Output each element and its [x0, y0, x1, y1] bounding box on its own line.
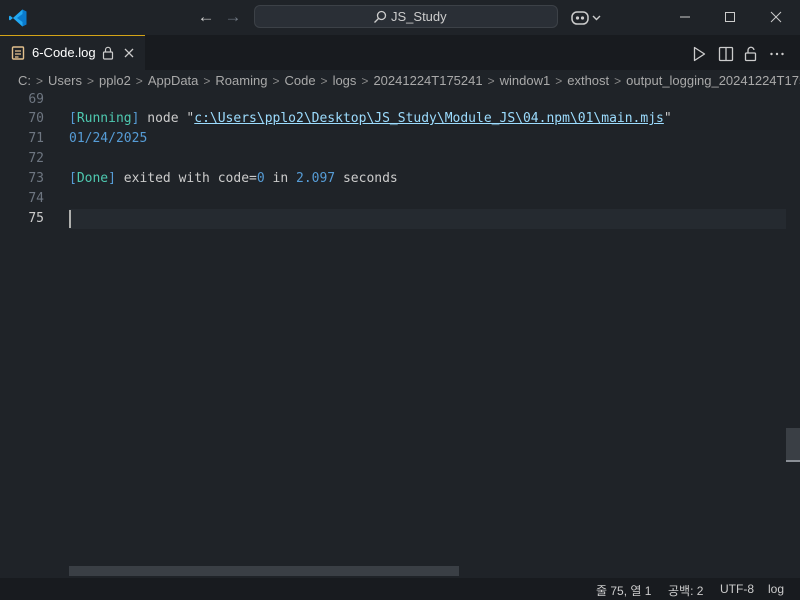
code-line: 74	[0, 189, 786, 209]
running-label: Running	[76, 111, 132, 126]
line-number: 74	[28, 191, 44, 206]
chevron-right-icon: >	[36, 73, 44, 88]
line-number: 71	[28, 131, 44, 146]
file-path-link[interactable]: c:\Users\pplo2\Desktop\JS_Study\Module_J…	[194, 111, 664, 126]
encoding[interactable]: UTF-8	[720, 582, 754, 596]
chevron-right-icon: >	[614, 73, 622, 88]
vscode-logo-icon[interactable]	[8, 8, 28, 28]
horizontal-scrollbar[interactable]	[69, 566, 459, 576]
bracket: [	[69, 171, 77, 186]
code-line: 70 [Running] node "c:\Users\pplo2\Deskto…	[0, 109, 786, 129]
breadcrumb-item[interactable]: output_logging_20241224T175247	[624, 73, 800, 88]
vertical-scrollbar[interactable]	[786, 428, 800, 460]
breadcrumb-item[interactable]: window1	[498, 73, 553, 88]
command-text: node	[139, 111, 187, 126]
breadcrumb: C: > Users > pplo2 > AppData > Roaming > Code…	[0, 70, 800, 92]
minimize-icon[interactable]	[674, 6, 696, 28]
breadcrumb-item[interactable]: exthost	[565, 73, 611, 88]
seconds-text: seconds	[335, 171, 398, 186]
breadcrumb-item[interactable]: 20241224T175241	[371, 73, 484, 88]
line-number: 70	[28, 111, 44, 126]
close-window-icon[interactable]	[765, 6, 787, 28]
code-line: 71 01/24/2025	[0, 129, 786, 149]
breadcrumb-item[interactable]: Users	[46, 73, 84, 88]
chevron-right-icon: >	[320, 73, 328, 88]
exit-text: exited with code=	[115, 171, 257, 186]
chevron-right-icon: >	[135, 73, 143, 88]
code-line: 69	[0, 92, 786, 110]
line-number: 72	[28, 151, 44, 166]
unlock-icon[interactable]	[742, 45, 760, 63]
maximize-icon[interactable]	[719, 6, 741, 28]
command-center-search[interactable]: JS_Study	[254, 5, 558, 28]
title-bar: ← → JS_Study	[0, 0, 800, 35]
indentation[interactable]: 공백: 2	[668, 582, 703, 599]
more-actions-icon[interactable]	[768, 45, 786, 63]
text-cursor	[69, 210, 71, 228]
line-number: 75	[28, 211, 44, 226]
chevron-right-icon: >	[203, 73, 211, 88]
status-bar: 줄 75, 열 1 공백: 2 UTF-8 log	[0, 578, 800, 600]
chevron-right-icon: >	[86, 73, 94, 88]
editor-tab[interactable]: 6-Code.log	[0, 35, 145, 70]
tab-bar: 6-Code.log	[0, 35, 800, 70]
chevron-right-icon: >	[487, 73, 495, 88]
breadcrumb-item[interactable]: pplo2	[97, 73, 133, 88]
run-icon[interactable]	[690, 45, 708, 63]
exit-code: 0	[256, 171, 265, 186]
code-line: 72	[0, 149, 786, 169]
code-text: [Running] node "c:\Users\pplo2\Desktop\J…	[69, 109, 672, 129]
breadcrumb-item[interactable]: Code	[282, 73, 317, 88]
duration: 2.097	[296, 171, 336, 186]
code-line: 75	[0, 209, 786, 229]
line-number: 69	[28, 92, 44, 107]
chevron-right-icon: >	[361, 73, 369, 88]
code-text: [Done] exited with code=0 in 2.097 secon…	[69, 169, 398, 189]
lock-icon	[102, 46, 114, 60]
language-mode[interactable]: log	[768, 582, 784, 596]
date-text: 01/24/2025	[69, 131, 148, 146]
command-center-label: JS_Study	[391, 9, 447, 24]
done-label: Done	[76, 171, 109, 186]
back-arrow-icon[interactable]: ←	[197, 8, 215, 26]
chevron-right-icon: >	[272, 73, 280, 88]
scrollbar-position-marker	[786, 460, 800, 462]
bracket: [	[69, 111, 77, 126]
quote: "	[663, 111, 672, 126]
breadcrumb-item[interactable]: logs	[331, 73, 359, 88]
breadcrumb-item[interactable]: AppData	[146, 73, 201, 88]
breadcrumb-item[interactable]: Roaming	[213, 73, 269, 88]
log-file-icon	[11, 46, 25, 60]
tab-label: 6-Code.log	[32, 45, 96, 60]
code-line: 73 [Done] exited with code=0 in 2.097 se…	[0, 169, 786, 189]
forward-arrow-icon[interactable]: →	[224, 8, 242, 26]
close-tab-icon[interactable]	[122, 45, 136, 61]
breadcrumb-item[interactable]: C:	[16, 73, 33, 88]
editor-area[interactable]: 69 70 [Running] node "c:\Users\pplo2\Des…	[0, 92, 800, 578]
copilot-icon[interactable]	[571, 9, 603, 27]
chevron-right-icon: >	[555, 73, 563, 88]
cursor-position[interactable]: 줄 75, 열 1	[596, 582, 651, 599]
line-number: 73	[28, 171, 44, 186]
split-editor-icon[interactable]	[717, 45, 735, 63]
bracket: ]	[108, 171, 116, 186]
in-text: in	[264, 171, 296, 186]
search-icon	[374, 10, 387, 23]
